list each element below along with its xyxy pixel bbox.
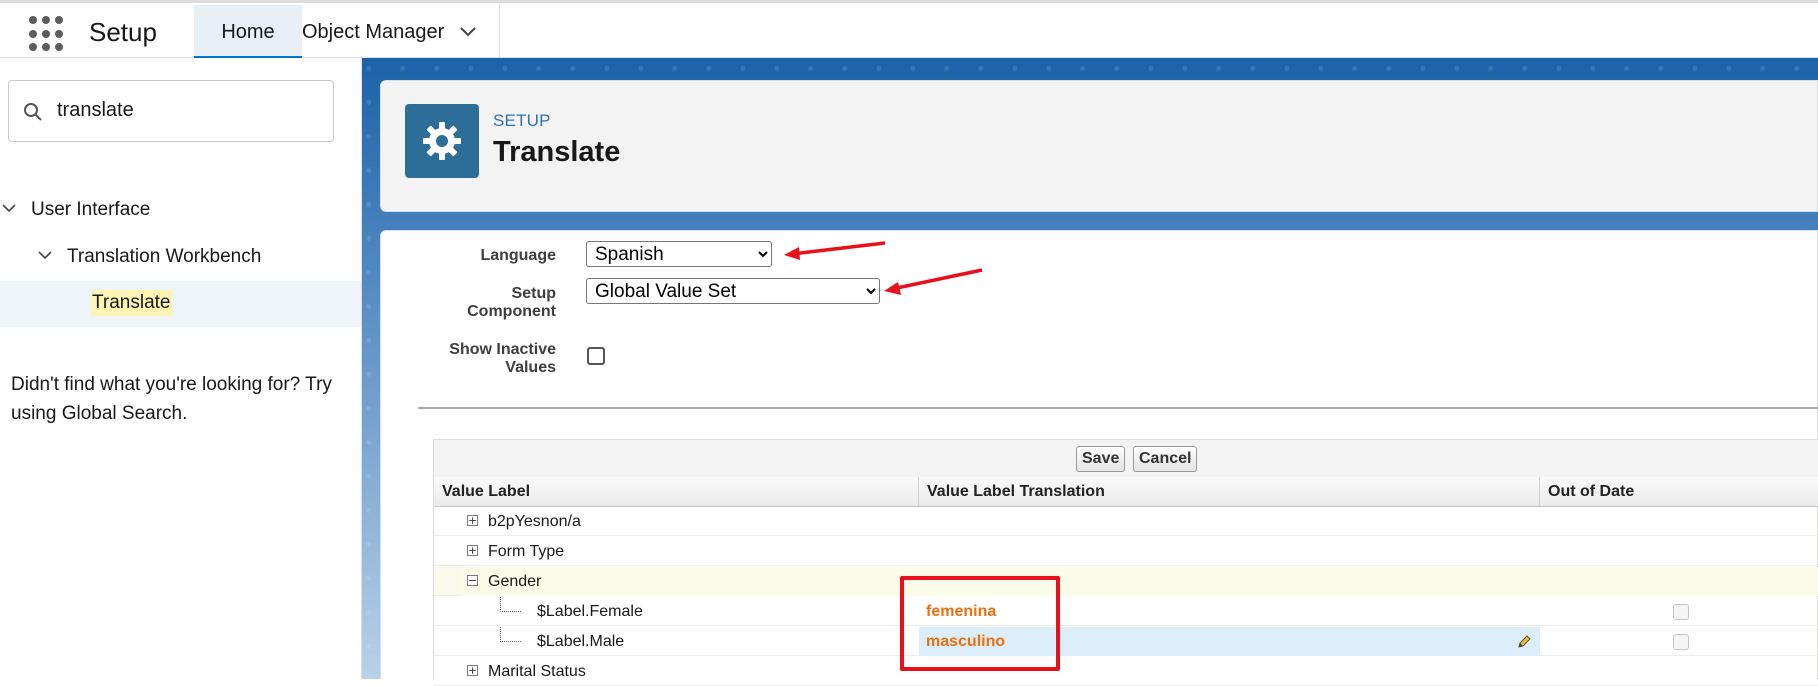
value-label: $Label.Female <box>537 603 643 620</box>
app-launcher-icon[interactable] <box>29 16 65 52</box>
table-row[interactable]: + b2pYesnon/a <box>434 507 1818 536</box>
collapse-icon[interactable]: − <box>467 575 478 586</box>
table-row[interactable]: + Marital Status <box>434 657 1818 686</box>
show-inactive-label: Show Inactive Values <box>449 341 556 376</box>
page-title: Translate <box>493 136 621 168</box>
expand-icon[interactable]: + <box>467 545 478 556</box>
translation-grid: Save Cancel Value Label Value Label Tran… <box>433 439 1818 686</box>
grid-toolbar: Save Cancel <box>434 440 1818 478</box>
quick-find-search[interactable]: translate <box>8 80 334 142</box>
page-eyebrow: SETUP <box>493 111 551 130</box>
expand-icon[interactable]: + <box>467 665 478 676</box>
annotation-arrow <box>884 268 983 295</box>
language-select[interactable]: Spanish <box>586 241 772 267</box>
value-label: Form Type <box>488 543 565 560</box>
column-header-translation[interactable]: Value Label Translation <box>919 477 1540 506</box>
annotation-highlight-box <box>900 576 1060 671</box>
chevron-down-icon[interactable] <box>38 251 52 260</box>
sidebar-item-translation-workbench[interactable]: Translation Workbench <box>0 234 361 280</box>
setup-sidebar: translate User Interface Translation Wor… <box>0 58 362 679</box>
tab-object-manager[interactable]: Object Manager <box>302 5 500 59</box>
value-label: b2pYesnon/a <box>488 513 581 530</box>
show-inactive-checkbox[interactable] <box>587 347 605 365</box>
out-of-date-checkbox[interactable] <box>1673 634 1689 650</box>
sidebar-item-label: User Interface <box>31 199 151 220</box>
value-label: Gender <box>488 573 542 590</box>
out-of-date-checkbox[interactable] <box>1673 604 1689 620</box>
pencil-icon[interactable] <box>1516 634 1532 650</box>
app-title: Setup <box>89 17 157 47</box>
save-button[interactable]: Save <box>1076 446 1126 472</box>
language-label: Language <box>480 247 556 264</box>
sidebar-item-label: Translation Workbench <box>67 246 262 267</box>
expand-icon[interactable]: + <box>467 515 478 526</box>
table-row[interactable]: $Label.Female femenina <box>434 597 1818 626</box>
chevron-down-icon[interactable] <box>460 27 476 37</box>
cancel-button[interactable]: Cancel <box>1133 446 1198 472</box>
form-divider <box>418 407 1818 409</box>
setup-component-label: Setup Component <box>467 285 556 320</box>
sidebar-item-translate[interactable]: Translate <box>0 281 361 327</box>
setup-component-select[interactable]: Global Value Set <box>586 278 880 304</box>
sidebar-item-user-interface[interactable]: User Interface <box>0 187 361 233</box>
sidebar-help-text: Didn't find what you're looking for? Try… <box>11 374 332 424</box>
tab-home-label: Home <box>221 21 275 43</box>
table-row[interactable]: + Form Type <box>434 537 1818 566</box>
page-header: SETUP Translate <box>380 80 1818 212</box>
annotation-arrow <box>784 241 886 260</box>
global-header: Setup Home Object Manager <box>0 0 1818 59</box>
search-icon <box>24 103 42 121</box>
table-row[interactable]: − Gender <box>434 567 1818 596</box>
column-header-out-of-date[interactable]: Out of Date <box>1540 477 1818 506</box>
tab-object-manager-label: Object Manager <box>302 21 445 43</box>
sidebar-item-label: Translate <box>91 290 172 316</box>
grid-header: Value Label Value Label Translation Out … <box>434 477 1818 507</box>
value-label: Marital Status <box>488 663 586 680</box>
column-header-value-label[interactable]: Value Label <box>434 477 919 506</box>
tab-home[interactable]: Home <box>194 5 302 59</box>
table-row[interactable]: $Label.Male masculino <box>434 627 1818 656</box>
gear-icon <box>405 104 479 178</box>
chevron-down-icon[interactable] <box>2 204 16 213</box>
value-label: $Label.Male <box>537 633 625 650</box>
search-input[interactable]: translate <box>57 99 134 122</box>
